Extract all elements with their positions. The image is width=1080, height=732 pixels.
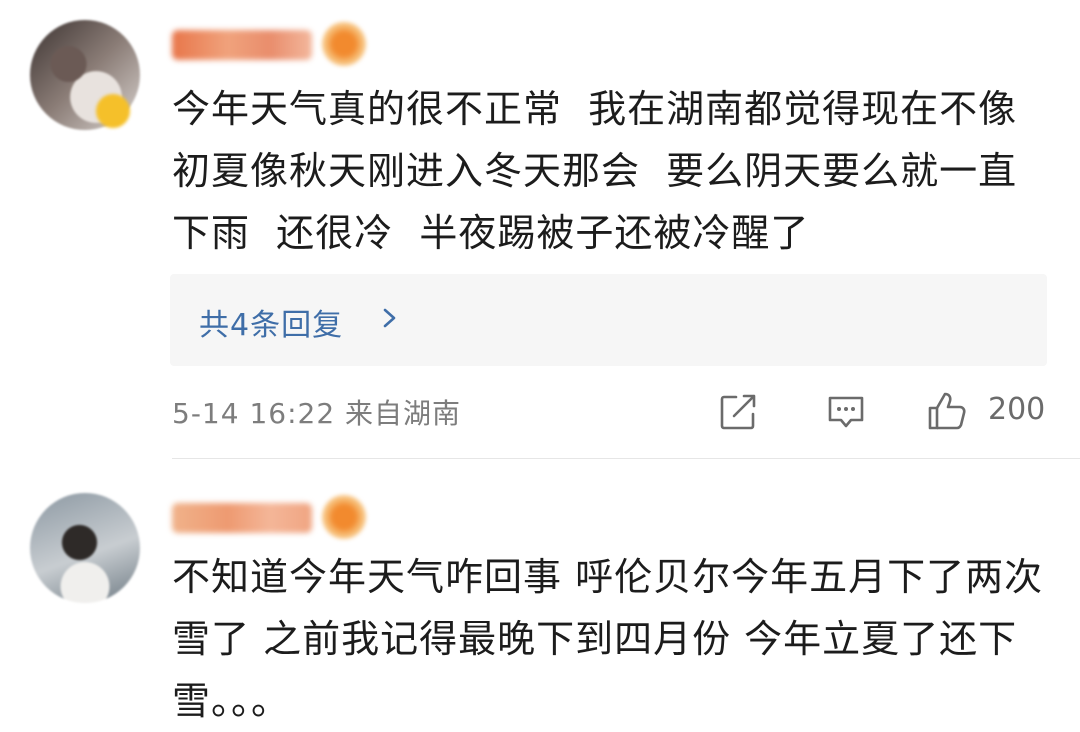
- username[interactable]: [172, 30, 312, 60]
- view-replies-button[interactable]: 共4条回复: [170, 274, 1047, 366]
- thumbs-up-icon[interactable]: [924, 388, 970, 434]
- replies-count-label: 共4条回复: [199, 308, 344, 343]
- comment-text: 不知道今年天气咋回事 呼伦贝尔今年五月下了两次雪了 之前我记得最晚下到四月份 今…: [172, 555, 1044, 723]
- vip-badge-icon: [322, 495, 366, 539]
- comment-item: 不知道今年天气咋回事 呼伦贝尔今年五月下了两次雪了 之前我记得最晚下到四月份 今…: [0, 459, 1080, 723]
- comment-text: 今年天气真的很不正常 我在湖南都觉得现在不像初夏像秋天刚进入冬天那会 要么阴天要…: [172, 87, 1018, 255]
- username[interactable]: [172, 503, 312, 533]
- comment-item: 今年天气真的很不正常 我在湖南都觉得现在不像初夏像秋天刚进入冬天那会 要么阴天要…: [0, 0, 1080, 458]
- avatar-badge-icon: [96, 94, 130, 128]
- share-icon[interactable]: [716, 390, 760, 434]
- comment-icon[interactable]: [824, 390, 868, 434]
- vip-badge-icon: [322, 22, 366, 66]
- chevron-right-icon: [383, 308, 396, 328]
- avatar[interactable]: [30, 493, 140, 603]
- like-count: 200: [988, 392, 1046, 427]
- comment-meta: 5-14 16:22 来自湖南: [172, 397, 462, 430]
